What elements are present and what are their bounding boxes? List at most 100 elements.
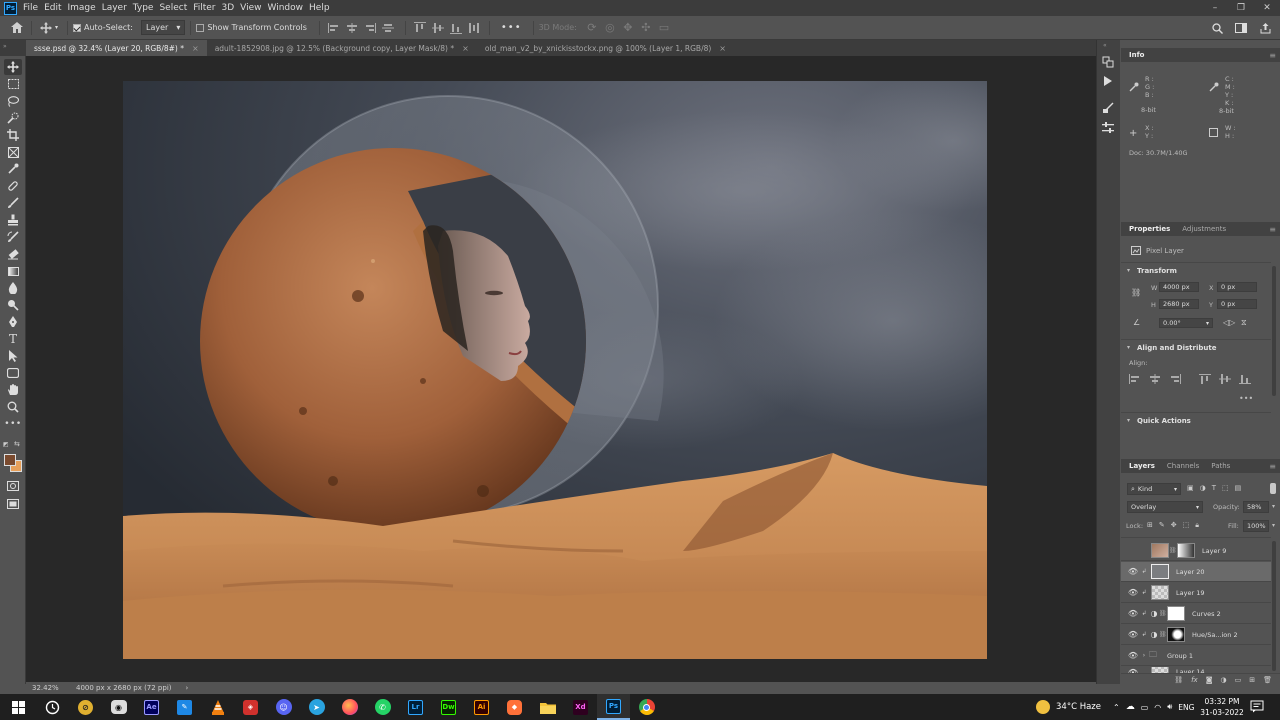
- quick-mask-icon[interactable]: [4, 478, 22, 494]
- adjust-brush-icon[interactable]: [1102, 102, 1114, 117]
- filter-adjustment-icon[interactable]: ◑: [1200, 484, 1206, 492]
- align-v-centers-icon[interactable]: [1219, 374, 1231, 384]
- chevron-down-icon[interactable]: ▾: [1127, 267, 1130, 274]
- align-center-icon[interactable]: [343, 19, 361, 37]
- swap-colors-icon[interactable]: ⇆: [14, 440, 20, 448]
- show-transform-checkbox[interactable]: Show Transform Controls: [196, 23, 307, 32]
- auto-select-checkbox[interactable]: Auto-Select:: [73, 23, 133, 32]
- telegram-icon[interactable]: ➤: [300, 694, 333, 720]
- filter-smart-object-icon[interactable]: ▤: [1235, 484, 1242, 492]
- lock-all-icon[interactable]: 🔒︎: [1195, 521, 1199, 530]
- align-middle-icon[interactable]: [379, 19, 397, 37]
- delete-layer-icon[interactable]: 🗑︎: [1263, 676, 1272, 684]
- layer-row-layer-19[interactable]: 👁︎ ↲ Layer 19: [1121, 583, 1271, 603]
- lock-artboard-icon[interactable]: ⬚: [1183, 521, 1190, 530]
- more-align-options-button[interactable]: •••: [1239, 394, 1253, 403]
- more-options-button[interactable]: •••: [501, 22, 522, 33]
- align-vcenter-icon[interactable]: [429, 19, 447, 37]
- photo-app-icon[interactable]: ◈: [234, 694, 267, 720]
- language-indicator[interactable]: ENG: [1178, 703, 1194, 712]
- panel-menu-icon[interactable]: ≡: [1269, 225, 1276, 234]
- lightroom-icon[interactable]: Lr: [399, 694, 432, 720]
- layer-row-group-1[interactable]: 👁︎ › 🗀︎ Group 1: [1121, 646, 1271, 666]
- layer-filter-dropdown[interactable]: ⌕ Kind ▾: [1127, 483, 1181, 495]
- properties-scrollbar[interactable]: [1272, 266, 1276, 396]
- rectangle-tool-icon[interactable]: [4, 365, 22, 381]
- dodge-tool-icon[interactable]: [4, 297, 22, 313]
- dreamweaver-icon[interactable]: Dw: [432, 694, 465, 720]
- move-tool-icon[interactable]: [37, 19, 55, 37]
- task-view-icon[interactable]: [36, 694, 69, 720]
- eraser-tool-icon[interactable]: [4, 246, 22, 262]
- restore-button[interactable]: ❐: [1228, 0, 1254, 16]
- hand-tool-icon[interactable]: [4, 382, 22, 398]
- gradient-tool-icon[interactable]: [4, 263, 22, 279]
- 3d-camera-icon[interactable]: ▭: [655, 19, 673, 37]
- filter-shape-icon[interactable]: ⬚: [1222, 484, 1229, 492]
- filter-toggle[interactable]: [1270, 483, 1276, 494]
- new-adjustment-icon[interactable]: ◑: [1221, 676, 1227, 684]
- menu-layer[interactable]: Layer: [102, 3, 133, 13]
- edit-toolbar-icon[interactable]: •••: [4, 416, 22, 432]
- vlc-icon[interactable]: [201, 694, 234, 720]
- flip-vertical-icon[interactable]: ⧖: [1241, 318, 1247, 328]
- discord-icon[interactable]: ☺: [267, 694, 300, 720]
- close-icon[interactable]: ×: [719, 44, 726, 53]
- new-group-icon[interactable]: ▭: [1235, 676, 1242, 684]
- quick-actions-title[interactable]: Quick Actions: [1137, 417, 1191, 425]
- menu-help[interactable]: Help: [309, 3, 336, 13]
- lock-transparent-icon[interactable]: ⊞: [1147, 521, 1153, 530]
- brush-tool-icon[interactable]: [4, 195, 22, 211]
- tab-old-man-png[interactable]: old_man_v2_by_xnickisstockx.png @ 100% (…: [477, 40, 734, 56]
- transform-section-title[interactable]: Transform: [1137, 267, 1177, 275]
- tab-channels[interactable]: Channels: [1163, 462, 1203, 470]
- path-selection-tool-icon[interactable]: [4, 348, 22, 364]
- status-menu-arrow[interactable]: ›: [186, 684, 189, 692]
- blur-tool-icon[interactable]: [4, 280, 22, 296]
- cloud-icon[interactable]: ☁: [1126, 702, 1135, 712]
- tab-adjustments[interactable]: Adjustments: [1178, 225, 1230, 233]
- canvas-area[interactable]: [26, 56, 1096, 682]
- layer-row-hue-saturation-2[interactable]: 👁︎ ↲ ◑ ⛓ Hue/Sa...ion 2: [1121, 625, 1271, 645]
- eye-icon[interactable]: 👁︎: [1127, 609, 1139, 618]
- menu-3d[interactable]: 3D: [222, 3, 241, 13]
- tab-info[interactable]: Info: [1125, 51, 1148, 59]
- layers-scrollbar[interactable]: [1272, 541, 1276, 671]
- align-bottom-edges-icon[interactable]: [1239, 374, 1251, 384]
- layer-mask-thumbnail[interactable]: [1167, 627, 1185, 642]
- photoshop-taskbar-icon[interactable]: Ps: [597, 694, 630, 720]
- type-tool-icon[interactable]: T: [4, 331, 22, 347]
- filter-type-icon[interactable]: T: [1212, 484, 1216, 492]
- share-icon[interactable]: [1256, 19, 1274, 37]
- crop-tool-icon[interactable]: [4, 127, 22, 143]
- battery-icon[interactable]: ▭: [1141, 703, 1149, 712]
- 3d-orbit-icon[interactable]: ⟳: [583, 19, 601, 37]
- panel-menu-icon[interactable]: ≡: [1269, 462, 1276, 471]
- tab-properties[interactable]: Properties: [1125, 225, 1174, 233]
- panel-menu-icon[interactable]: ≡: [1269, 51, 1276, 60]
- history-brush-tool-icon[interactable]: [4, 229, 22, 245]
- close-button[interactable]: ✕: [1254, 0, 1280, 16]
- filter-pixel-icon[interactable]: ▣: [1187, 484, 1194, 492]
- actions-play-icon[interactable]: [1103, 76, 1113, 89]
- height-field[interactable]: 2680 px: [1159, 299, 1199, 309]
- chevron-down-icon[interactable]: ▾: [1272, 503, 1275, 510]
- pen-tool-icon[interactable]: [4, 314, 22, 330]
- tab-adult-jpg[interactable]: adult-1852908.jpg @ 12.5% (Background co…: [207, 40, 477, 56]
- flip-horizontal-icon[interactable]: ◁▷: [1223, 318, 1235, 327]
- menu-window[interactable]: Window: [268, 3, 310, 13]
- chevron-down-icon[interactable]: ▾: [1127, 417, 1130, 424]
- eye-icon[interactable]: 👁︎: [1127, 630, 1139, 639]
- foreground-color-swatch[interactable]: [4, 454, 16, 466]
- auto-select-target-dropdown[interactable]: Layer ▾: [141, 20, 186, 35]
- fx-icon[interactable]: fx: [1191, 676, 1198, 684]
- chevron-right-icon[interactable]: ›: [1139, 652, 1149, 659]
- menu-type[interactable]: Type: [133, 3, 160, 13]
- align-right-edges-icon[interactable]: [1169, 374, 1181, 384]
- align-top-icon[interactable]: [411, 19, 429, 37]
- weather-text[interactable]: 34°C Haze: [1056, 702, 1101, 712]
- align-section-title[interactable]: Align and Distribute: [1137, 344, 1216, 352]
- history-panel-icon[interactable]: [1102, 56, 1114, 71]
- eyedropper-tool-icon[interactable]: [4, 161, 22, 177]
- chrome-icon[interactable]: [630, 694, 663, 720]
